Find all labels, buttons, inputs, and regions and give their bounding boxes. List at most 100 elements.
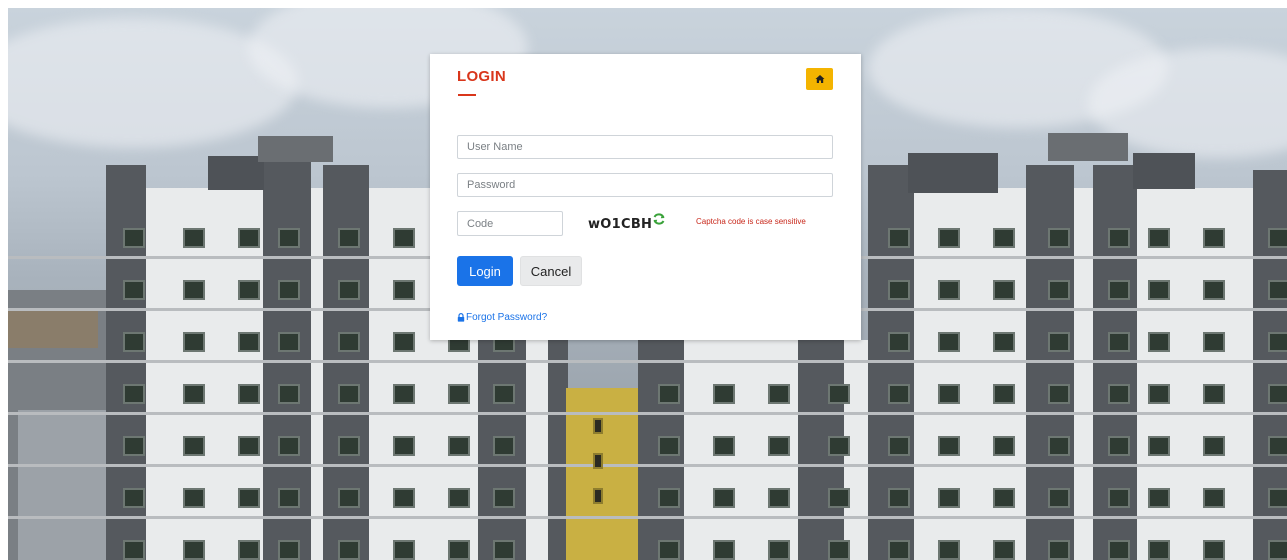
floor-band xyxy=(8,360,1287,363)
building-window xyxy=(393,228,415,248)
building-window xyxy=(1048,384,1070,404)
building-window xyxy=(448,540,470,560)
building-window xyxy=(938,280,960,300)
building-window xyxy=(768,488,790,508)
building-window xyxy=(593,418,603,434)
building-window xyxy=(1108,332,1130,352)
building-window xyxy=(938,384,960,404)
floor-band xyxy=(8,516,1287,519)
building-window xyxy=(1148,228,1170,248)
building-window xyxy=(1148,384,1170,404)
building-window xyxy=(1148,332,1170,352)
building-window xyxy=(888,228,910,248)
building-window xyxy=(338,540,360,560)
building-window xyxy=(938,488,960,508)
building-window xyxy=(993,228,1015,248)
building-window xyxy=(993,332,1015,352)
building-window xyxy=(123,280,145,300)
building-window xyxy=(1048,332,1070,352)
building-window xyxy=(393,280,415,300)
building-window xyxy=(183,436,205,456)
building-window xyxy=(1148,488,1170,508)
building-window xyxy=(768,384,790,404)
captcha-code-input[interactable] xyxy=(457,211,563,236)
building-window xyxy=(938,436,960,456)
building-window xyxy=(1268,384,1287,404)
building-window xyxy=(713,436,735,456)
forgot-password-link[interactable]: Forgot Password? xyxy=(457,312,547,323)
building-window xyxy=(1048,228,1070,248)
building-window xyxy=(593,488,603,504)
building-window xyxy=(658,384,680,404)
building-window xyxy=(123,384,145,404)
building-window xyxy=(393,540,415,560)
building-window xyxy=(768,436,790,456)
building-window xyxy=(993,384,1015,404)
building-window xyxy=(238,540,260,560)
building-window xyxy=(238,280,260,300)
building-window xyxy=(238,384,260,404)
building-window xyxy=(1048,488,1070,508)
building-window xyxy=(993,436,1015,456)
building-window xyxy=(278,384,300,404)
home-icon xyxy=(815,75,824,83)
building-window xyxy=(493,540,515,560)
building-window xyxy=(888,488,910,508)
building-window xyxy=(123,228,145,248)
username-input[interactable] xyxy=(457,135,833,159)
building-window xyxy=(493,488,515,508)
building-window xyxy=(393,332,415,352)
building-window xyxy=(888,436,910,456)
building-window xyxy=(278,228,300,248)
building-window xyxy=(393,488,415,508)
building-window xyxy=(1203,436,1225,456)
building-window xyxy=(658,488,680,508)
building-window xyxy=(938,228,960,248)
building-window xyxy=(123,436,145,456)
refresh-icon[interactable] xyxy=(652,212,666,226)
building-window xyxy=(938,332,960,352)
building-window xyxy=(1203,488,1225,508)
building-window xyxy=(238,436,260,456)
building-window xyxy=(1048,540,1070,560)
building-window xyxy=(768,540,790,560)
captcha-note: Captcha code is case sensitive xyxy=(696,217,806,226)
building-window xyxy=(1148,436,1170,456)
building-window xyxy=(993,280,1015,300)
building-window xyxy=(1108,436,1130,456)
building-window xyxy=(828,488,850,508)
title-underline xyxy=(458,94,476,96)
building-window xyxy=(338,488,360,508)
home-button[interactable] xyxy=(806,68,833,90)
building-window xyxy=(448,436,470,456)
building-window xyxy=(938,540,960,560)
building-window xyxy=(278,436,300,456)
building-window xyxy=(393,436,415,456)
building-window xyxy=(1108,280,1130,300)
building-window xyxy=(278,540,300,560)
building-window xyxy=(448,488,470,508)
building-window xyxy=(278,332,300,352)
building-window xyxy=(1268,436,1287,456)
building-window xyxy=(658,436,680,456)
building-window xyxy=(123,540,145,560)
building-window xyxy=(238,488,260,508)
building-window xyxy=(888,280,910,300)
building-window xyxy=(338,332,360,352)
floor-band xyxy=(8,464,1287,467)
building-window xyxy=(338,436,360,456)
building-window xyxy=(1148,540,1170,560)
password-input[interactable] xyxy=(457,173,833,197)
building-window xyxy=(593,453,603,469)
building-window xyxy=(713,384,735,404)
login-card: LOGIN wO1CBH Captcha code is case sensit… xyxy=(430,54,861,340)
building-window xyxy=(1203,228,1225,248)
building-window xyxy=(1108,488,1130,508)
login-title: LOGIN xyxy=(457,68,506,85)
building-window xyxy=(123,332,145,352)
building-window xyxy=(278,488,300,508)
building-window xyxy=(238,332,260,352)
login-button[interactable]: Login xyxy=(457,256,513,286)
building-window xyxy=(1268,332,1287,352)
cancel-button[interactable]: Cancel xyxy=(520,256,582,286)
